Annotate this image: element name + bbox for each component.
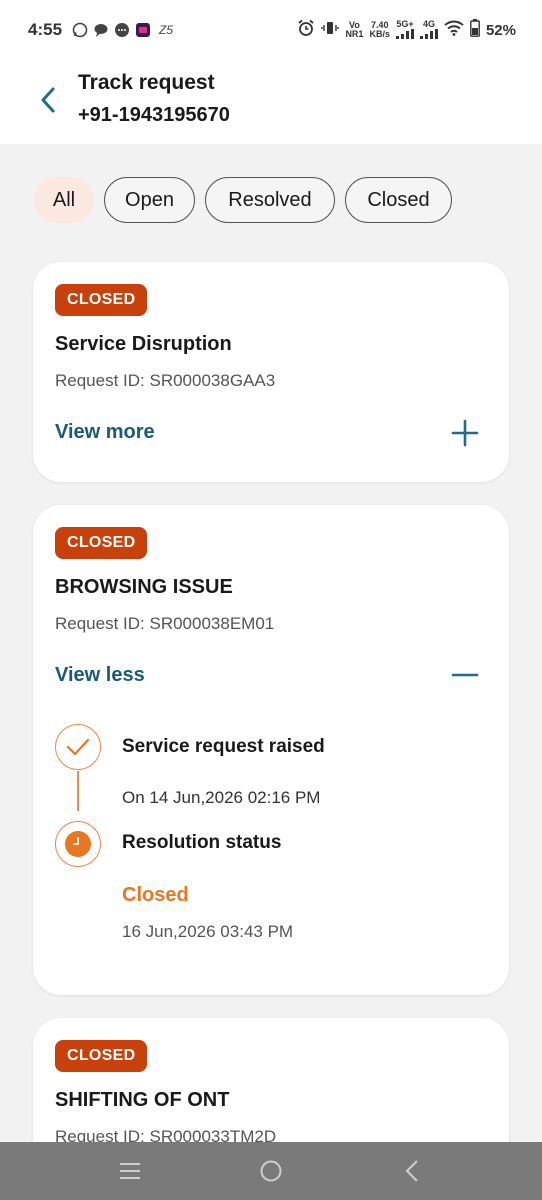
raised-heading: Service request raised (122, 736, 325, 757)
filter-chips: All Open Resolved Closed (34, 177, 452, 223)
alarm-icon (297, 19, 315, 42)
battery-icon (470, 18, 480, 42)
wifi-icon (444, 20, 464, 41)
signal-4g: 4G (419, 19, 438, 41)
phone-number: +91-1943195670 (78, 104, 230, 126)
filter-chip-all[interactable]: All (34, 177, 94, 223)
status-badge: CLOSED (55, 1040, 148, 1072)
recent-apps-button[interactable] (110, 1151, 150, 1191)
whatsapp-icon (72, 22, 88, 38)
menu-icon (120, 1163, 141, 1179)
network-speed: 7.40 KB/s (369, 20, 390, 39)
resolution-status: Closed (122, 884, 189, 906)
request-card: CLOSED SHIFTING OF ONT Request ID: SR000… (33, 1018, 509, 1146)
back-arrow-icon (405, 1160, 418, 1182)
resolution-date: 16 Jun,2026 03:43 PM (122, 922, 294, 941)
system-back-button[interactable] (392, 1151, 432, 1191)
request-id: Request ID: SR000038GAA3 (55, 371, 276, 390)
filter-chip-open[interactable]: Open (104, 177, 195, 223)
clock-icon (65, 831, 91, 857)
request-title: Service Disruption (55, 333, 232, 355)
resolution-heading: Resolution status (122, 832, 282, 853)
minus-icon[interactable] (451, 661, 479, 689)
plus-icon[interactable] (451, 419, 479, 447)
view-more-link[interactable]: View more (55, 421, 155, 444)
view-less-link[interactable]: View less (55, 664, 145, 687)
filter-chip-closed[interactable]: Closed (345, 177, 452, 223)
check-icon (66, 738, 90, 756)
app-icon (135, 22, 151, 38)
back-button[interactable] (32, 84, 64, 116)
request-title: SHIFTING OF ONT (55, 1089, 230, 1111)
status-right: Vo NR1 7.40 KB/s 5G+ 4G 52% (297, 18, 516, 42)
chevron-left-icon (41, 87, 55, 113)
home-button[interactable] (251, 1151, 291, 1191)
home-circle-icon (260, 1160, 282, 1182)
request-card: CLOSED BROWSING ISSUE Request ID: SR0000… (33, 505, 509, 995)
message-icon (114, 22, 130, 38)
status-time: 4:55 (28, 20, 63, 39)
request-title: BROWSING ISSUE (55, 576, 233, 598)
timeline-step-resolution (55, 821, 101, 867)
z5-icon: Z5 (159, 23, 174, 37)
status-bar: 4:55 Z5 Vo NR1 7.40 KB/s 5G+ 4G 52% (0, 0, 542, 60)
notification-icons: Z5 (72, 22, 176, 38)
page-title: Track request (78, 71, 215, 94)
request-card: CLOSED Service Disruption Request ID: SR… (33, 262, 509, 482)
filter-chip-resolved[interactable]: Resolved (205, 177, 335, 223)
app-header: Track request +91-1943195670 (0, 60, 542, 144)
status-badge: CLOSED (55, 284, 148, 316)
volte-label: Vo NR1 (345, 20, 364, 39)
timeline-connector (77, 771, 79, 811)
signal-5g: 5G+ (395, 19, 414, 41)
timeline-step-raised (55, 724, 101, 770)
chat-bubble-icon (93, 22, 109, 38)
vibrate-icon (321, 19, 340, 42)
status-badge: CLOSED (55, 527, 148, 559)
battery-percent: 52% (485, 21, 516, 39)
system-nav-bar (0, 1142, 542, 1200)
raised-date: On 14 Jun,2026 02:16 PM (122, 788, 321, 807)
request-id: Request ID: SR000038EM01 (55, 614, 275, 633)
